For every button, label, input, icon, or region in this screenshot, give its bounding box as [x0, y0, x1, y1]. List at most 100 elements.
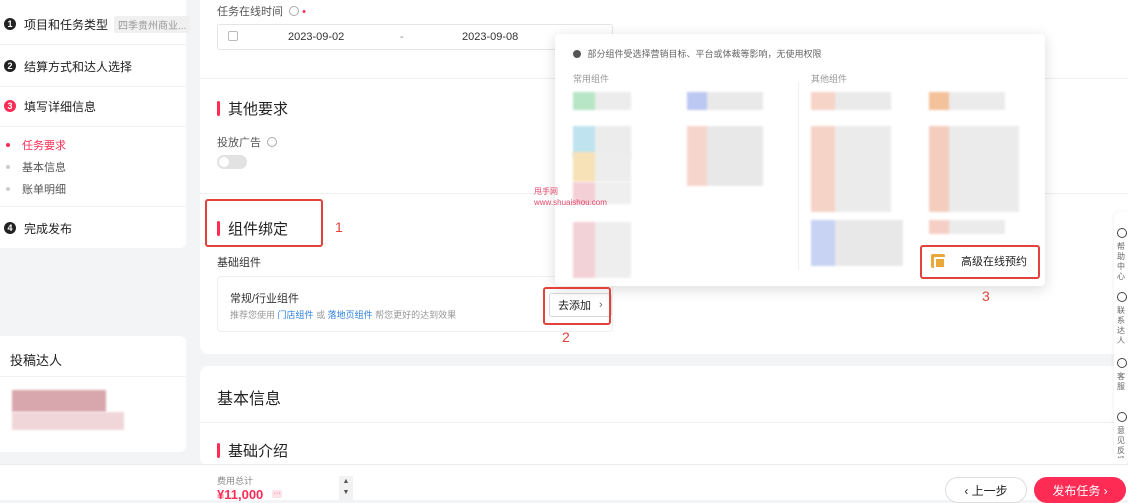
divider: [0, 206, 186, 207]
step-number: 4: [4, 222, 16, 234]
help-sidebar: 帮助中心 联系达人 客服 意见反馈: [1114, 212, 1128, 458]
previous-step-button[interactable]: ‹ 上一步: [945, 477, 1027, 503]
blurred-component-item[interactable]: [811, 92, 891, 110]
watermark-line1: 甩手网: [534, 187, 558, 196]
step-settlement[interactable]: 2 结算方式和达人选择: [4, 56, 132, 76]
step-number: 1: [4, 18, 16, 30]
substep-dot: [6, 187, 10, 191]
blurred-component-item[interactable]: [811, 220, 903, 266]
toggle-knob: [219, 157, 229, 167]
help-item-label: 帮助中心: [1117, 242, 1125, 281]
blurred-component-item[interactable]: [811, 126, 891, 212]
blurred-component-item[interactable]: [929, 126, 1019, 212]
annotation-box-2: [543, 287, 611, 325]
talent-avatar-blurred: [12, 390, 106, 412]
watermark: 甩手网 www.shuaishou.com: [534, 186, 607, 208]
step-number: 3: [4, 100, 16, 112]
task-time-label-text: 任务在线时间: [217, 6, 283, 18]
publish-task-button[interactable]: 发布任务 ›: [1034, 477, 1126, 503]
talent-panel: 投稿达人: [0, 336, 186, 452]
component-box-title: 常规/行业组件: [230, 293, 300, 305]
talent-name-blurred: [12, 412, 124, 430]
other-components-label: 其他组件: [811, 74, 848, 84]
date-separator: -: [400, 31, 404, 43]
component-hint: 推荐您使用 门店组件 或 落地页组件 帮您更好的达到效果: [230, 308, 456, 321]
step-label: 完成发布: [24, 221, 73, 236]
annotation-box-3: [920, 245, 1040, 279]
task-time-label: 任务在线时间 •: [217, 3, 306, 19]
step-publish[interactable]: 4 完成发布: [4, 218, 72, 238]
step-label: 填写详细信息: [24, 99, 97, 114]
fee-details-button[interactable]: ···: [272, 490, 282, 498]
talent-title: 投稿达人: [10, 353, 63, 368]
step-label: 项目和任务类型: [24, 17, 109, 32]
annotation-box-1: [205, 199, 323, 247]
start-date[interactable]: 2023-09-02: [288, 31, 344, 43]
blurred-component-item[interactable]: [687, 126, 763, 186]
divider: [200, 422, 1128, 423]
step-label: 结算方式和达人选择: [24, 59, 133, 74]
substep-billing[interactable]: 账单明细: [6, 180, 66, 198]
help-center-item[interactable]: 帮助中心: [1117, 228, 1128, 282]
step-details[interactable]: 3 填写详细信息: [4, 96, 96, 116]
ad-label: 投放广告: [217, 134, 278, 150]
common-components-label: 常用组件: [573, 74, 610, 84]
customer-service-item[interactable]: 客服: [1117, 358, 1128, 392]
info-icon: [573, 50, 581, 58]
popover-notice: 部分组件受选择营销目标、平台或体裁等影响，无使用权限: [573, 47, 822, 60]
substep-dot: [6, 143, 10, 147]
other-requirements-title: 其他要求: [217, 98, 288, 119]
basic-intro-title: 基础介绍: [217, 440, 288, 461]
fee-total-label: 费用总计: [217, 476, 254, 486]
blurred-component-item[interactable]: [929, 220, 1005, 234]
hint-or: 或: [316, 310, 326, 320]
basic-info-card: [200, 366, 1128, 466]
popover-notice-text: 部分组件受选择营销目标、平台或体裁等影响，无使用权限: [587, 49, 822, 59]
date-range-picker[interactable]: 2023-09-02 - 2023-09-08: [217, 24, 613, 50]
help-item-label: 联系达人: [1117, 306, 1125, 345]
ad-toggle[interactable]: [217, 155, 247, 169]
contact-icon: [1117, 292, 1127, 302]
title-accent-bar: [217, 101, 220, 116]
blurred-component-item[interactable]: [573, 222, 631, 278]
help-icon[interactable]: [267, 137, 278, 147]
substep-basic-info[interactable]: 基本信息: [6, 158, 66, 176]
section-title-text: 基础介绍: [228, 443, 289, 460]
help-item-label: 意见反馈: [1117, 426, 1125, 458]
substep-label: 账单明细: [22, 184, 66, 196]
divider: [0, 126, 186, 127]
store-component-link[interactable]: 门店组件: [278, 310, 314, 320]
blurred-component-item[interactable]: [573, 92, 631, 110]
substep-task-requirements[interactable]: 任务要求: [6, 136, 66, 154]
feedback-item[interactable]: 意见反馈: [1117, 412, 1128, 458]
stepper-down-icon[interactable]: ▼: [339, 487, 353, 498]
ad-label-text: 投放广告: [217, 137, 261, 149]
help-icon[interactable]: [289, 6, 300, 16]
stepper-up-icon[interactable]: ▲: [339, 476, 353, 487]
annotation-number-2: 2: [562, 329, 570, 345]
step-panel: 1 项目和任务类型 四季贵州商业... 2 结算方式和达人选择 3 填写详细信息…: [0, 0, 191, 248]
help-circle-icon: [1117, 228, 1127, 238]
feedback-icon: [1117, 412, 1127, 422]
divider: [0, 44, 186, 45]
help-item-label: 客服: [1117, 372, 1125, 391]
footer-stepper[interactable]: ▲ ▼: [339, 476, 353, 500]
section-title-text: 其他要求: [228, 101, 289, 118]
annotation-number-3: 3: [982, 288, 990, 304]
blurred-component-item[interactable]: [687, 92, 763, 110]
hint-prefix: 推荐您使用: [230, 310, 276, 320]
title-accent-bar: [217, 443, 220, 458]
watermark-line2: www.shuaishou.com: [534, 198, 607, 207]
blurred-component-item[interactable]: [929, 92, 1005, 110]
substep-label: 基本信息: [22, 162, 66, 174]
annotation-number-1: 1: [335, 219, 343, 235]
step-number: 2: [4, 60, 16, 72]
end-date[interactable]: 2023-09-08: [462, 31, 518, 43]
calendar-icon: [228, 31, 238, 41]
step-project-type[interactable]: 1 项目和任务类型 四季贵州商业...: [4, 14, 191, 34]
blurred-component-item[interactable]: [573, 152, 631, 182]
step-tag: 四季贵州商业...: [114, 15, 191, 33]
landing-page-component-link[interactable]: 落地页组件: [328, 310, 373, 320]
contact-item[interactable]: 联系达人: [1117, 292, 1128, 346]
basic-component-label: 基础组件: [217, 257, 261, 269]
